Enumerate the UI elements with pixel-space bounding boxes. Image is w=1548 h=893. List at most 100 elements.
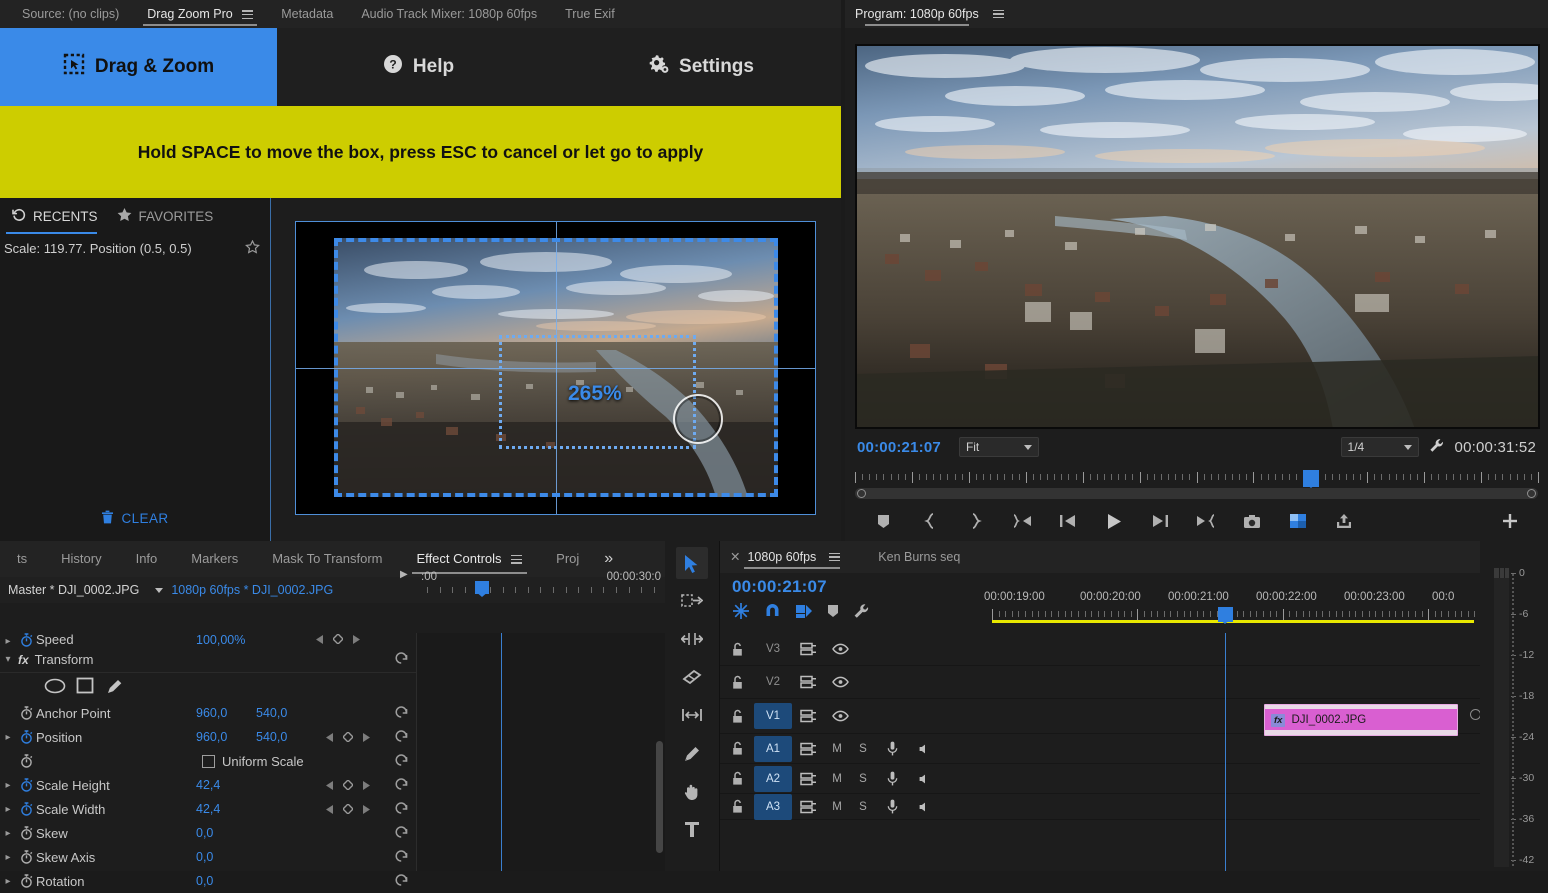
mute-button[interactable]: M: [824, 743, 850, 755]
property-row[interactable]: ▸ Scale Width 42,4: [0, 797, 416, 821]
mark-out-button[interactable]: [963, 508, 989, 534]
tab-effects-partial[interactable]: ts: [0, 541, 44, 577]
uniform-scale-checkbox[interactable]: [202, 754, 215, 768]
tab-program[interactable]: Program: 1080p 60fps: [855, 0, 979, 28]
track-name-V3[interactable]: V3: [754, 636, 792, 662]
stopwatch-icon[interactable]: [16, 706, 36, 720]
timeline-current-time[interactable]: 00:00:21:07: [720, 573, 992, 597]
speaker-icon[interactable]: [908, 774, 940, 784]
type-tool[interactable]: [676, 813, 708, 845]
stopwatch-icon[interactable]: [16, 730, 36, 744]
go-to-out-button[interactable]: [1193, 508, 1219, 534]
expand-arrow-icon[interactable]: ▸: [0, 804, 16, 815]
effect-controls-ruler[interactable]: :00 00:00:30:0: [417, 569, 665, 603]
marker-icon[interactable]: [827, 604, 839, 621]
timeline-playhead[interactable]: [1218, 607, 1233, 624]
track-sync-icon[interactable]: [792, 742, 824, 756]
reset-property-button[interactable]: [394, 752, 408, 769]
tab-info[interactable]: Info: [119, 541, 175, 577]
reset-property-button[interactable]: [394, 824, 408, 841]
solo-button[interactable]: S: [850, 773, 876, 785]
timeline-clip[interactable]: fx DJI_0002.JPG: [1264, 704, 1458, 736]
slip-tool[interactable]: [676, 699, 708, 731]
play-stop-button[interactable]: [1101, 508, 1127, 534]
step-forward-button[interactable]: [1147, 508, 1173, 534]
expand-arrow-icon[interactable]: ▸: [0, 780, 16, 791]
stopwatch-icon[interactable]: [16, 826, 36, 840]
stopwatch-icon[interactable]: [16, 874, 36, 888]
fit-dropdown[interactable]: Fit: [958, 437, 1039, 457]
track-sync-icon[interactable]: [792, 772, 824, 786]
ec-playhead[interactable]: [475, 581, 489, 597]
track-sync-icon[interactable]: [792, 675, 824, 689]
effect-header-transform[interactable]: ▾ fx Transform: [0, 647, 416, 673]
track-name-A1[interactable]: A1: [754, 735, 792, 762]
track-sync-icon[interactable]: [792, 642, 824, 656]
prev-keyframe-button[interactable]: [326, 802, 334, 817]
reset-effect-button[interactable]: [394, 650, 408, 667]
tab-sequence-1080p[interactable]: ✕ 1080p 60fps: [730, 541, 841, 573]
pen-tool[interactable]: [676, 737, 708, 769]
property-row[interactable]: ▸ Skew Axis 0,0: [0, 845, 416, 869]
property-row[interactable]: ▸ Skew 0,0: [0, 821, 416, 845]
mic-icon[interactable]: [876, 741, 908, 756]
track-select-forward-tool[interactable]: [676, 585, 708, 617]
comparison-view-button[interactable]: [1285, 508, 1311, 534]
hamburger-icon[interactable]: [242, 10, 254, 19]
nav-settings[interactable]: Settings: [560, 28, 841, 106]
ellipse-mask-tool[interactable]: [44, 678, 66, 697]
stopwatch-icon[interactable]: [16, 850, 36, 864]
property-row[interactable]: Anchor Point 960,0 540,0: [0, 701, 416, 725]
property-row[interactable]: ▸ Rotation 0,0: [0, 869, 416, 893]
add-keyframe-button[interactable]: [342, 730, 354, 745]
program-playhead[interactable]: [1303, 470, 1319, 488]
lock-open-icon[interactable]: [720, 741, 754, 756]
wrench-icon[interactable]: [1429, 438, 1445, 457]
reset-property-button[interactable]: [394, 800, 408, 817]
linked-selection-icon[interactable]: [795, 603, 813, 623]
lock-open-icon[interactable]: [720, 675, 754, 690]
track-sync-icon[interactable]: [792, 709, 824, 723]
nav-drag-and-zoom[interactable]: Drag & Zoom: [0, 28, 277, 106]
wrench-icon[interactable]: [853, 603, 870, 623]
export-frame-button[interactable]: [1239, 508, 1265, 534]
tab-recents[interactable]: RECENTS: [6, 208, 111, 234]
export-button[interactable]: [1331, 508, 1357, 534]
mark-in-button[interactable]: [917, 508, 943, 534]
expand-arrow-icon[interactable]: ▸: [0, 636, 16, 647]
go-to-in-button[interactable]: [1009, 508, 1035, 534]
clear-recents-button[interactable]: CLEAR: [0, 510, 270, 527]
razor-tool[interactable]: [676, 661, 708, 693]
property-row[interactable]: ▸ Scale Height 42,4: [0, 773, 416, 797]
next-keyframe-button[interactable]: [352, 633, 360, 647]
mute-button[interactable]: M: [824, 801, 850, 813]
tab-favorites[interactable]: FAVORITES: [111, 208, 227, 234]
track-content-V1[interactable]: fx DJI_0002.JPG: [992, 699, 1481, 736]
timeline-ruler[interactable]: 00:00:19:00 00:00:20:00 00:00:21:00 00:00:2…: [984, 591, 1548, 633]
track-content-V3[interactable]: [992, 633, 1480, 665]
lock-open-icon[interactable]: [720, 709, 754, 724]
expand-arrow-icon[interactable]: ▸: [0, 876, 16, 887]
stopwatch-icon[interactable]: [16, 802, 36, 816]
tab-source[interactable]: Source: (no clips): [8, 0, 133, 28]
track-name-A2[interactable]: A2: [754, 765, 792, 792]
scrub-handle-left[interactable]: [857, 489, 866, 498]
lock-open-icon[interactable]: [720, 642, 754, 657]
add-marker-button[interactable]: [871, 508, 897, 534]
tab-mask-to-transform[interactable]: Mask To Transform: [255, 541, 399, 577]
eye-icon[interactable]: [824, 676, 856, 688]
tab-drag-zoom-pro[interactable]: Drag Zoom Pro: [133, 0, 267, 28]
star-outline-icon[interactable]: [245, 239, 260, 257]
track-name-V2[interactable]: V2: [754, 669, 792, 695]
magnet-icon[interactable]: [764, 603, 781, 623]
recent-item[interactable]: Scale: 119.77. Position (0.5, 0.5): [0, 234, 270, 263]
tab-markers[interactable]: Markers: [174, 541, 255, 577]
rectangle-mask-tool[interactable]: [76, 677, 94, 697]
track-sync-icon[interactable]: [792, 800, 824, 814]
button-editor-button[interactable]: [1497, 508, 1523, 534]
reset-property-button[interactable]: [394, 728, 408, 745]
chevron-down-icon[interactable]: [155, 587, 164, 593]
drag-zoom-preview-frame[interactable]: 265%: [295, 221, 816, 515]
prev-keyframe-button[interactable]: [326, 730, 334, 745]
scrub-handle-right[interactable]: [1527, 489, 1536, 498]
